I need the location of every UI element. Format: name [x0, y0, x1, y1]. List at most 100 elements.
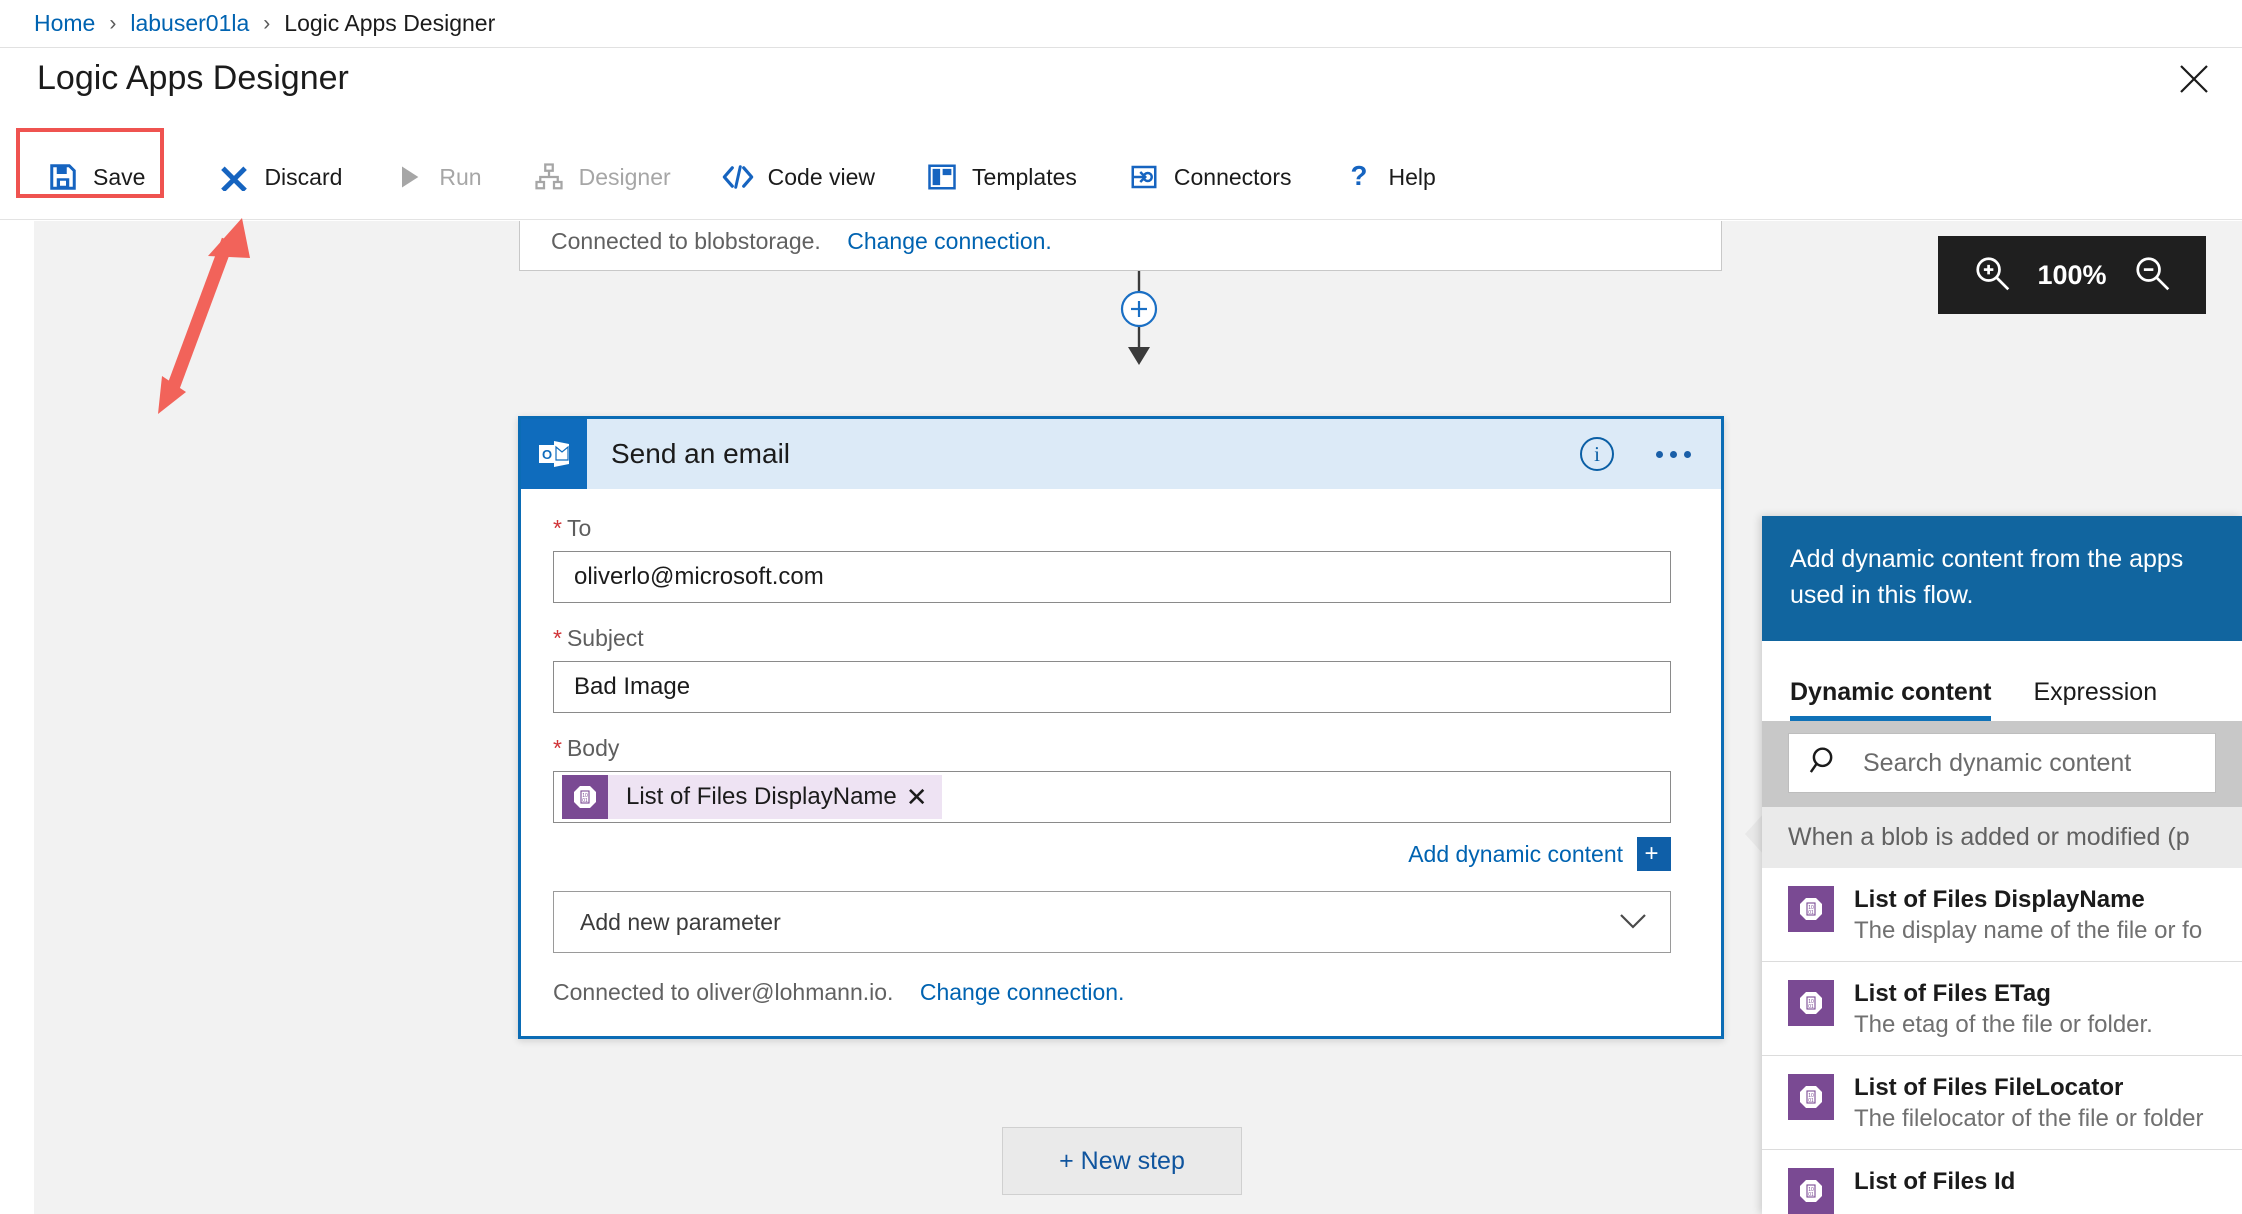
list-item[interactable]: 10 01 List of Files Id: [1762, 1150, 2242, 1214]
svg-text:?: ?: [1350, 162, 1367, 191]
connectors-button[interactable]: Connectors: [1109, 149, 1310, 205]
to-field-label: * To: [553, 515, 1689, 542]
search-icon: [1809, 745, 1841, 782]
list-item-text: List of Files Id: [1854, 1168, 2015, 1199]
templates-icon: [925, 160, 959, 194]
insert-step-connector: [1109, 271, 1169, 381]
search-dynamic-content-input[interactable]: Search dynamic content: [1788, 733, 2216, 793]
body-required-asterisk: *: [553, 735, 562, 761]
new-step-button[interactable]: + New step: [1002, 1127, 1242, 1195]
subject-required-asterisk: *: [553, 625, 562, 651]
svg-text:01: 01: [1808, 1098, 1814, 1104]
list-item[interactable]: 10 01 List of Files DisplayName The disp…: [1762, 868, 2242, 962]
tab-expression[interactable]: Expression: [2033, 678, 2157, 721]
run-button[interactable]: Run: [374, 149, 499, 205]
designer-button[interactable]: Designer: [514, 149, 689, 205]
zoom-out-icon[interactable]: [2133, 254, 2171, 297]
save-button-wrapper: Save: [16, 128, 177, 205]
designer-hierarchy-icon: [532, 160, 566, 194]
save-button[interactable]: Save: [28, 149, 163, 205]
search-placeholder-text: Search dynamic content: [1863, 748, 2132, 777]
breadcrumb-home[interactable]: Home: [34, 10, 95, 37]
email-connected-text: Connected to oliver@lohmann.io.: [553, 979, 894, 1005]
breadcrumb-separator-1: ›: [109, 11, 117, 35]
add-dynamic-content-link[interactable]: Add dynamic content: [1408, 841, 1623, 868]
list-item-description: The filelocator of the file or folder: [1854, 1105, 2204, 1132]
list-item[interactable]: 10 01 List of Files ETag The etag of the…: [1762, 962, 2242, 1056]
outlook-icon: O: [521, 419, 587, 489]
token-label: List of Files DisplayName: [626, 783, 897, 810]
more-ellipsis-icon[interactable]: [1650, 445, 1697, 464]
breadcrumb-resource[interactable]: labuser01la: [130, 10, 249, 37]
run-label: Run: [439, 163, 482, 190]
body-field-label: * Body: [553, 735, 1689, 762]
body-field-group: * Body 10 01 List of Files DisplayName ✕: [553, 735, 1689, 823]
body-label-text: Body: [566, 735, 620, 761]
breadcrumb-current: Logic Apps Designer: [284, 10, 496, 36]
zoom-level: 100%: [2037, 259, 2107, 290]
to-field-group: * To oliverlo@microsoft.com: [553, 515, 1689, 603]
list-item-text: List of Files ETag The etag of the file …: [1854, 980, 2153, 1039]
dynamic-content-token[interactable]: 10 01 List of Files DisplayName ✕: [562, 775, 942, 819]
designer-label: Designer: [578, 163, 671, 190]
svg-text:01: 01: [1808, 910, 1814, 916]
email-change-connection-link[interactable]: Change connection.: [920, 979, 1125, 1005]
save-icon: [46, 160, 80, 194]
list-item-text: List of Files FileLocator The filelocato…: [1854, 1074, 2204, 1133]
body-input[interactable]: 10 01 List of Files DisplayName ✕: [553, 771, 1671, 823]
close-icon[interactable]: [2172, 57, 2216, 101]
dynamic-content-group-header: When a blob is added or modified (p: [1762, 807, 2242, 868]
help-question-icon: ?: [1342, 160, 1376, 194]
svg-text:01: 01: [1808, 1192, 1814, 1198]
zoom-in-icon[interactable]: [1973, 254, 2011, 297]
add-new-parameter-label: Add new parameter: [580, 908, 781, 935]
add-new-parameter-dropdown[interactable]: Add new parameter: [553, 891, 1671, 953]
page-title: Logic Apps Designer: [37, 59, 349, 97]
list-item-description: The display name of the file or fo: [1854, 917, 2203, 944]
dynamic-content-panel-header: Add dynamic content from the apps used i…: [1762, 516, 2242, 641]
trigger-card[interactable]: Connected to blobstorage. Change connect…: [519, 221, 1722, 271]
remove-token-icon[interactable]: ✕: [906, 782, 942, 813]
to-required-asterisk: *: [553, 515, 562, 541]
to-input[interactable]: oliverlo@microsoft.com: [553, 551, 1671, 603]
dynamic-token-icon: 10 01: [1788, 886, 1834, 932]
run-play-icon: [392, 160, 426, 194]
list-item-description: The etag of the file or folder.: [1854, 1011, 2153, 1038]
trigger-connected-text: Connected to blobstorage.: [551, 228, 821, 254]
code-view-button[interactable]: Code view: [703, 149, 893, 205]
add-dynamic-content-row: Add dynamic content +: [553, 837, 1671, 871]
info-icon[interactable]: i: [1580, 437, 1614, 471]
svg-text:O: O: [542, 447, 552, 462]
breadcrumb-separator-2: ›: [263, 11, 271, 35]
dynamic-token-icon: 10 01: [1788, 980, 1834, 1026]
dynamic-content-panel: Add dynamic content from the apps used i…: [1762, 516, 2242, 1214]
trigger-change-connection-link[interactable]: Change connection.: [847, 228, 1052, 254]
subject-field-group: * Subject Bad Image: [553, 625, 1689, 713]
tab-dynamic-content[interactable]: Dynamic content: [1790, 678, 1992, 721]
send-email-card-header[interactable]: O Send an email i: [521, 419, 1721, 489]
svg-text:01: 01: [582, 798, 588, 804]
help-button[interactable]: ? Help: [1324, 149, 1454, 205]
add-dynamic-content-plus-button[interactable]: +: [1637, 837, 1671, 871]
dynamic-token-icon: 10 01: [562, 775, 608, 819]
to-label-text: To: [566, 515, 592, 541]
code-view-label: Code view: [767, 163, 876, 190]
list-item[interactable]: 10 01 List of Files FileLocator The file…: [1762, 1056, 2242, 1150]
dynamic-token-icon: 10 01: [1788, 1168, 1834, 1214]
templates-button[interactable]: Templates: [907, 149, 1095, 205]
subject-input[interactable]: Bad Image: [553, 661, 1671, 713]
send-email-card-body: * To oliverlo@microsoft.com * Subject Ba…: [521, 489, 1721, 1006]
zoom-control: 100%: [1938, 236, 2206, 314]
help-label: Help: [1388, 163, 1436, 190]
list-item-name: List of Files ETag: [1854, 980, 2051, 1007]
list-item-name: List of Files FileLocator: [1854, 1074, 2124, 1101]
logic-apps-designer-page: Home › labuser01la › Logic Apps Designer…: [0, 0, 2242, 1214]
code-view-icon: [721, 160, 755, 194]
list-item-name: List of Files Id: [1854, 1168, 2016, 1195]
connectors-icon: [1127, 160, 1161, 194]
list-item-text: List of Files DisplayName The display na…: [1854, 886, 2202, 945]
discard-label: Discard: [264, 163, 343, 190]
command-toolbar: Save Discard Run Designer Code view Temp…: [0, 128, 2242, 220]
discard-button[interactable]: Discard: [199, 149, 360, 205]
send-email-card[interactable]: O Send an email i * To oliverlo@microsof…: [518, 416, 1724, 1039]
